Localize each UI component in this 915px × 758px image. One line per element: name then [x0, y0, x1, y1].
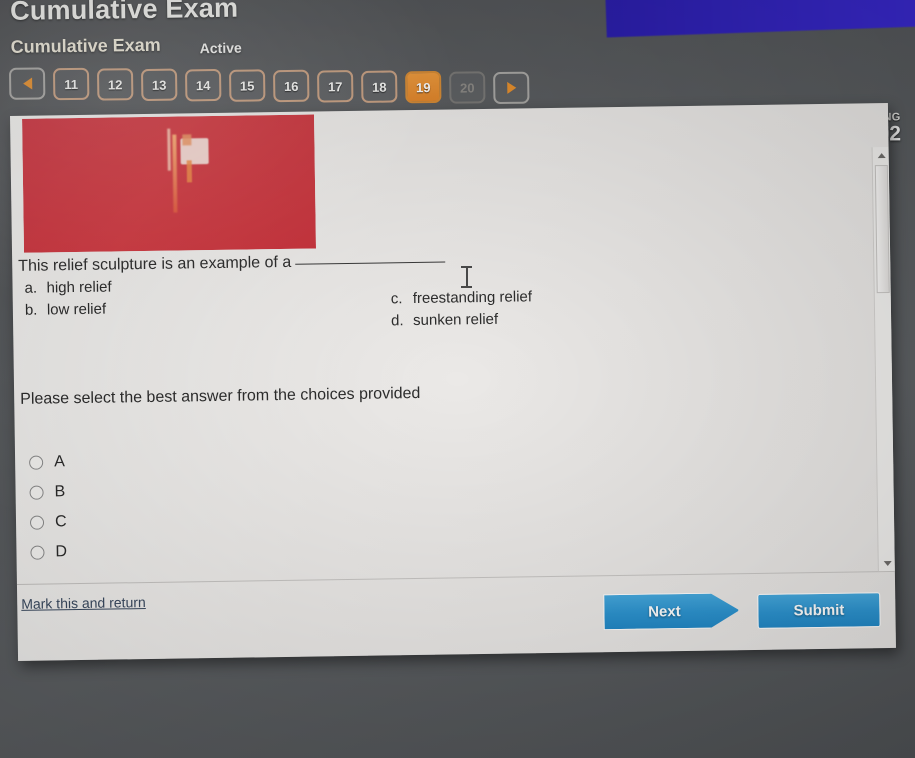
pager-item-14[interactable]: 14: [184, 68, 222, 102]
arrow-down-icon: [883, 560, 892, 566]
option-d-text: sunken relief: [412, 310, 499, 330]
answer-instruction: Please select the best answer from the c…: [20, 384, 421, 408]
scrollbar-down-arrow-icon[interactable]: [879, 555, 896, 571]
question-option-c: c. freestanding relief: [391, 288, 532, 307]
pager-item-12[interactable]: 12: [96, 68, 134, 101]
option-b-text: low relief: [46, 300, 107, 319]
text-cursor-icon: [461, 266, 472, 288]
answer-choice-b[interactable]: B: [29, 477, 66, 508]
pager-item-19[interactable]: 19: [405, 70, 442, 104]
scrollbar-thumb[interactable]: [874, 164, 890, 294]
submit-button[interactable]: Submit: [757, 592, 881, 629]
answer-radio-group: A B C D: [29, 447, 67, 568]
option-b-letter: b.: [24, 301, 38, 319]
pager-item-16[interactable]: 16: [273, 69, 310, 103]
figure-detail-a: [172, 134, 178, 213]
exam-status-label: Active: [199, 39, 242, 57]
cursor-stem: [466, 267, 468, 287]
answer-choice-c-label: C: [54, 513, 67, 531]
arrow-up-icon: [877, 152, 886, 158]
submit-button-label: Submit: [793, 601, 845, 620]
mark-this-and-return-link[interactable]: Mark this and return: [21, 594, 146, 612]
answer-choice-a[interactable]: A: [29, 447, 66, 478]
photo-of-screen: Cumulative Exam Cumulative Exam Active 1…: [0, 0, 915, 758]
triangle-left-icon: [22, 77, 32, 90]
option-a-letter: a.: [24, 279, 38, 297]
figure-detail-b: [167, 128, 171, 171]
scrollbar-up-arrow-icon[interactable]: [873, 147, 890, 163]
relief-sculpture-image-canvas: [22, 114, 316, 253]
pager-item-18[interactable]: 18: [361, 70, 398, 103]
vertical-scrollbar[interactable]: [871, 146, 896, 572]
question-option-b: b. low relief: [25, 301, 106, 319]
question-option-d: d. sunken relief: [391, 311, 498, 330]
next-button[interactable]: Next: [603, 592, 740, 630]
option-d-letter: d.: [390, 312, 404, 330]
question-option-a: a. high relief: [24, 279, 111, 297]
cursor-bottom-bar: [461, 286, 472, 288]
footer-divider: [16, 570, 895, 585]
page-title: Cumulative Exam: [9, 0, 239, 26]
triangle-right-icon: [506, 81, 516, 94]
radio-button-a[interactable]: [29, 455, 44, 470]
question-pager: 11 12 13 14 15 16 17 18 19 20: [8, 61, 530, 111]
option-c-text: freestanding relief: [412, 288, 533, 308]
radio-button-b[interactable]: [29, 485, 44, 500]
answer-choice-d-label: D: [55, 543, 68, 561]
question-panel: This relief sculpture is an example of a…: [10, 102, 896, 661]
option-c-letter: c.: [390, 290, 403, 308]
question-stem-text: This relief sculpture is an example of a: [18, 253, 292, 275]
pager-item-13[interactable]: 13: [140, 68, 178, 102]
pager-item-20: 20: [449, 71, 486, 104]
figure-detail-d: [182, 134, 192, 146]
radio-button-c[interactable]: [29, 515, 45, 530]
answer-choice-a-label: A: [54, 453, 65, 471]
pager-item-11[interactable]: 11: [52, 67, 90, 101]
pager-item-15[interactable]: 15: [228, 69, 266, 102]
question-stem: This relief sculpture is an example of a: [18, 252, 446, 276]
pager-prev-button[interactable]: [8, 67, 46, 100]
answer-choice-c[interactable]: C: [29, 507, 67, 538]
exam-name-label: Cumulative Exam: [10, 34, 161, 57]
pager-item-17[interactable]: 17: [317, 70, 354, 103]
option-a-text: high relief: [46, 278, 112, 297]
figure-detail-e: [186, 160, 193, 183]
next-button-label: Next: [648, 602, 681, 621]
pager-next-button[interactable]: [493, 71, 530, 105]
radio-button-d[interactable]: [30, 545, 45, 560]
relief-sculpture-image: [22, 114, 316, 253]
question-blank: [295, 261, 446, 265]
answer-choice-d[interactable]: D: [30, 537, 67, 568]
answer-choice-b-label: B: [54, 483, 66, 501]
